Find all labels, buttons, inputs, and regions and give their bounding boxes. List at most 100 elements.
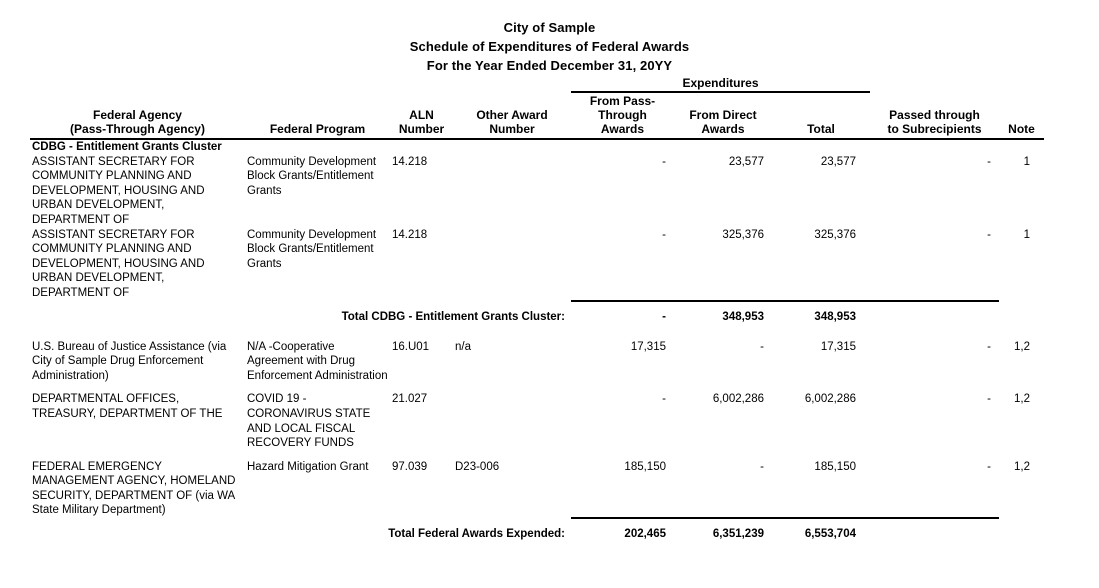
header-other-award-number: Other Award Number [453,94,571,140]
row-from-direct: - [760,340,764,353]
grand-total-note [999,518,1044,541]
row-program: Community Development Block Grants/Entit… [247,228,377,270]
row-from-pass-through: - [662,393,666,406]
grand-total-from-direct: 6,351,239 [674,517,772,542]
header-federal-program: Federal Program [245,94,390,140]
row-other-award: n/a [455,340,471,353]
header-pass-line3: Awards [600,122,645,136]
row-agency: ASSISTANT SECRETARY FOR COMMUNITY PLANNI… [32,228,205,299]
row-pad-left [0,228,30,301]
header-aln-line2: Number [398,122,445,136]
header-federal-program-label: Federal Program [269,122,366,136]
row-from-direct: 325,376 [722,228,764,241]
row-other-award: D23-006 [455,460,500,473]
cluster-pad-left [0,139,30,155]
row-pad-right [1044,228,1099,301]
title-spacer-cell [0,0,1099,76]
row-total: 23,577 [820,155,856,168]
row-from-direct: 6,002,286 [712,393,764,406]
table-row: ASSISTANT SECRETARY FOR COMMUNITY PLANNI… [0,155,1099,228]
row-pad-right [1044,392,1099,450]
row-note: 1 [1023,228,1030,241]
table-row: ASSISTANT SECRETARY FOR COMMUNITY PLANNI… [0,228,1099,301]
row-total: 325,376 [814,228,856,241]
cluster-total-label: Total CDBG - Entitlement Grants Cluster: [341,310,565,323]
row-program: Community Development Block Grants/Entit… [247,155,377,197]
federal-awards-table: Expenditures Federal Agency (Pass-Throug… [0,0,1099,542]
spacer-row [0,383,1099,392]
group-pad-right [1044,76,1099,94]
row-note: 1 [1023,155,1030,168]
cluster-total-row: Total CDBG - Entitlement Grants Cluster:… [0,299,1099,324]
header-direct-line1: From Direct [689,108,757,122]
header-sub-line1: Passed through [889,108,980,122]
cluster-total-total: 348,953 [772,299,870,324]
cluster-heading-cdbg: CDBG - Entitlement Grants Cluster [32,141,222,153]
row-pad-left [0,340,30,384]
spacer-row [0,451,1099,460]
row-passed-to-subrecipients: - [987,340,991,353]
header-federal-agency-line1: Federal Agency [93,108,182,122]
row-passed-to-subrecipients: - [987,393,991,406]
row-passed-to-subrecipients: - [987,460,991,473]
cluster-total-from-direct: 348,953 [674,299,772,324]
group-pad-program [245,76,390,94]
header-aln-number: ALN Number [390,94,453,140]
cluster-total-pad-left [0,301,30,324]
row-from-direct: - [760,460,764,473]
row-program: N/A -Cooperative Agreement with Drug Enf… [247,340,388,382]
row-from-pass-through: - [662,228,666,241]
row-note: 1,2 [1014,340,1030,353]
header-pad-right [1044,94,1099,139]
header-pass-line2: Through [598,108,647,122]
row-note: 1,2 [1014,393,1030,406]
row-from-pass-through: 17,315 [630,340,666,353]
grand-total-row: Total Federal Awards Expended: 202,465 6… [0,517,1099,542]
row-program: COVID 19 - CORONAVIRUS STATE AND LOCAL F… [247,393,371,450]
expenditures-group-rule [571,91,870,93]
row-aln: 14.218 [392,155,428,168]
header-other-award-line1: Other Award [476,108,548,122]
row-total: 185,150 [814,460,856,473]
header-sub-line2: to Subrecipients [887,122,982,136]
cluster-total-passed-to-subrecipients [870,299,999,324]
header-from-pass-through-awards: From Pass- Through Awards [571,94,674,140]
table-row: FEDERAL EMERGENCY MANAGEMENT AGENCY, HOM… [0,460,1099,518]
row-from-direct: 23,577 [728,155,764,168]
group-pad-other [453,76,571,94]
row-other-award [453,392,571,450]
header-aln-line1: ALN [409,108,434,122]
grand-total-total: 6,553,704 [772,517,870,542]
cluster-heading-row: CDBG - Entitlement Grants Cluster [0,139,1099,155]
row-from-pass-through: 185,150 [624,460,666,473]
row-agency: U.S. Bureau of Justice Assistance (via C… [32,340,227,382]
grand-total-pad-left [0,518,30,541]
row-passed-to-subrecipients: - [987,155,991,168]
row-note: 1,2 [1014,460,1030,473]
group-pad-left [0,76,30,94]
row-agency: FEDERAL EMERGENCY MANAGEMENT AGENCY, HOM… [32,460,236,517]
row-pad-left [0,392,30,450]
header-federal-agency-line2: (Pass-Through Agency) [70,122,205,136]
row-agency: ASSISTANT SECRETARY FOR COMMUNITY PLANNI… [32,155,205,226]
spacer-cell [0,324,1099,340]
header-pass-line1: From Pass- [589,94,656,108]
row-passed-to-subrecipients: - [987,228,991,241]
group-pad-agency [30,76,245,94]
row-program: Hazard Mitigation Grant [247,460,369,473]
cluster-heading-filler [245,139,1099,155]
group-pad-sub [870,76,999,94]
row-aln: 14.218 [392,228,428,241]
cluster-total-note [999,301,1044,324]
grand-total-from-pass-through: 202,465 [571,517,674,542]
header-total: Total [772,94,870,140]
grand-total-pad-right [1044,518,1099,541]
row-pad-left [0,460,30,518]
row-other-award [453,228,571,301]
group-header-row: Expenditures [0,76,1099,94]
cluster-total-from-pass-through: - [571,299,674,324]
row-pad-right [1044,340,1099,384]
group-pad-aln [390,76,453,94]
header-direct-line2: Awards [701,122,745,136]
column-header-row: Federal Agency (Pass-Through Agency) Fed… [0,94,1099,140]
